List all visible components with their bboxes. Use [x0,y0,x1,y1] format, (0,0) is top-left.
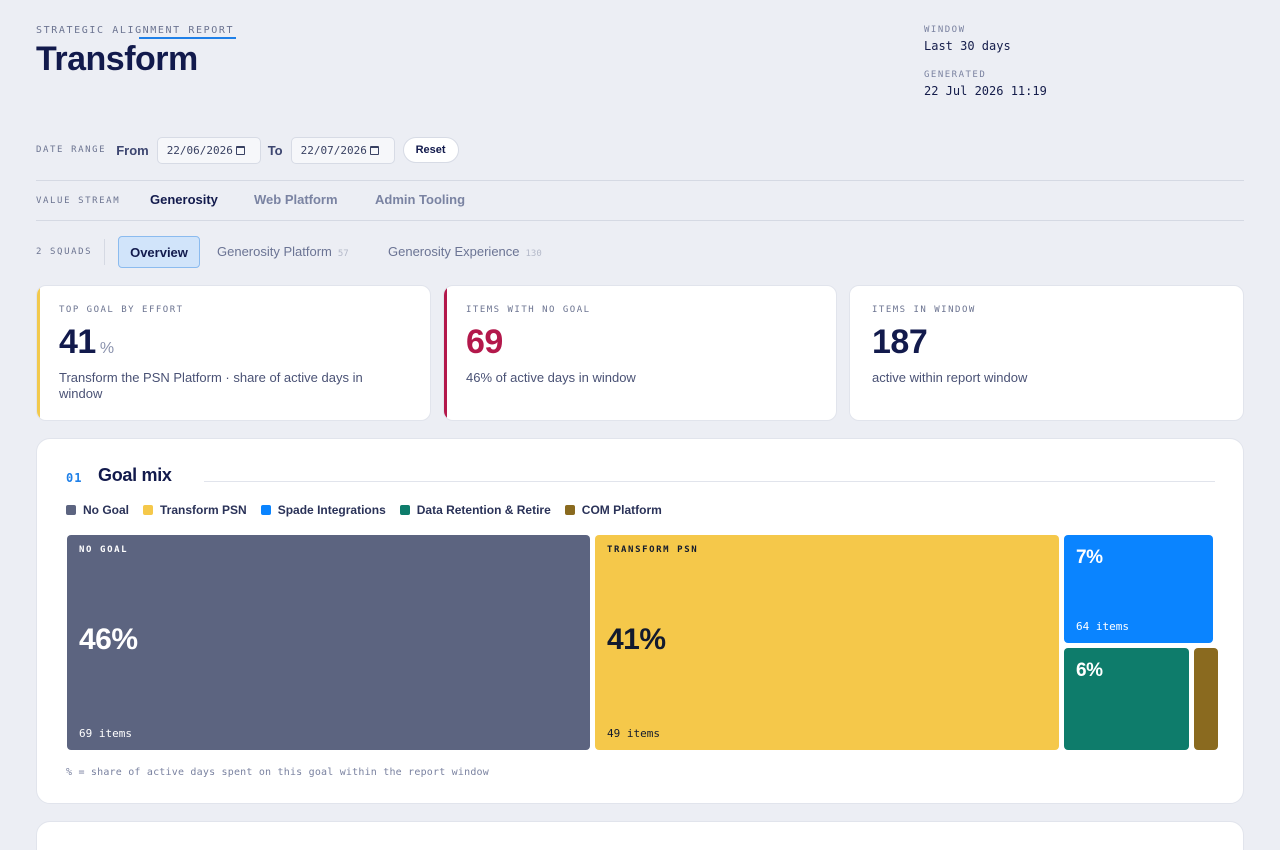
card-description: Transform the PSN Platform · share of ac… [59,370,363,401]
card-accent-stripe [444,286,447,420]
card-value: 187 [872,323,928,362]
legend-item-data-retention: Data Retention & Retire [399,503,551,517]
squad-tab-label: Generosity Experience [388,244,520,259]
legend-item-no-goal: No Goal [66,503,129,517]
value-stream-tabs: VALUE STREAM Generosity Web Platform Adm… [36,181,1244,221]
tile-label: NO GOAL [79,545,129,555]
value-stream-label: VALUE STREAM [36,196,121,206]
generated-meta: GENERATED 22 Jul 2026 11:19 [924,70,1047,98]
legend-swatch [399,505,410,515]
divider [204,481,1215,482]
from-date-input[interactable]: 22/06/2026 [156,136,261,164]
active-tab-indicator [139,37,236,39]
squad-tab-generosity-platform[interactable]: Generosity Platform 57 [217,244,349,259]
card-accent-stripe [850,286,853,420]
card-value-number: 187 [872,323,928,361]
card-value: 41% [59,323,114,362]
legend-label: Transform PSN [160,503,247,517]
section-number: 01 [66,471,83,485]
tile-percent: 46% [79,623,138,656]
legend-label: No Goal [83,503,130,517]
legend-swatch [143,505,154,515]
calendar-icon[interactable] [369,145,379,155]
stat-card-top-goal: TOP GOAL BY EFFORT 41% Transform the PSN… [36,285,431,421]
reset-button[interactable]: Reset [402,137,459,163]
to-date-value: 22/07/2026 [300,143,367,157]
card-value-number: 69 [466,323,503,361]
divider [104,239,105,265]
window-meta: WINDOW Last 30 days [924,25,1011,53]
tile-item-count: 49 items [607,727,660,740]
date-range-label: DATE RANGE [36,145,107,155]
generated-value: 22 Jul 2026 11:19 [924,84,1047,98]
calendar-icon[interactable] [235,145,245,155]
squad-tab-overview[interactable]: Overview [118,236,200,268]
goal-legend: No Goal Transform PSN Spade Integrations… [66,503,676,517]
tile-label: TRANSFORM PSN [607,545,699,555]
legend-label: Spade Integrations [277,503,386,517]
card-accent-stripe [37,286,40,420]
generated-label: GENERATED [924,70,987,80]
from-label: From [116,142,149,158]
card-value-unit: % [99,340,114,357]
legend-swatch [260,505,271,515]
legend-item-com-platform: COM Platform [564,503,662,517]
card-label: TOP GOAL BY EFFORT [59,305,184,315]
card-value-number: 41 [59,323,96,361]
card-description: 46% of active days in window [466,370,636,385]
stat-card-no-goal: ITEMS WITH NO GOAL 69 46% of active days… [443,285,837,421]
legend-item-spade-integrations: Spade Integrations [260,503,386,517]
squad-tabs: 2 SQUADS Overview Generosity Platform 57 … [36,236,736,268]
tile-percent: 6% [1076,660,1103,681]
tile-percent: 41% [607,623,666,656]
page-title: Transform [36,40,198,78]
goal-mix-panel: 01 Goal mix No Goal Transform PSN Spade … [36,438,1244,804]
section-title: Goal mix [98,465,172,485]
legend-swatch [564,505,575,515]
tile-item-count: 64 items [1076,620,1129,633]
treemap-tile-no-goal[interactable]: NO GOAL 46% 69 items [67,535,590,750]
goal-mix-footnote: % = share of active days spent on this g… [66,767,489,778]
report-eyebrow: STRATEGIC ALIGNMENT REPORT [36,25,235,36]
legend-swatch [66,505,76,515]
tile-percent: 7% [1076,547,1103,568]
card-value: 69 [466,323,503,362]
treemap-tile-data-retention[interactable]: 6% [1064,648,1189,750]
to-date-input[interactable]: 22/07/2026 [290,136,395,164]
tile-item-count: 69 items [79,727,132,740]
to-label: To [267,142,283,158]
squad-tab-count: 57 [337,249,349,259]
card-label: ITEMS IN WINDOW [872,305,976,315]
squad-tab-generosity-experience[interactable]: Generosity Experience 130 [388,244,542,259]
card-label: ITEMS WITH NO GOAL [466,305,591,315]
legend-label: Data Retention & Retire [416,503,551,517]
tab-generosity[interactable]: Generosity [150,192,218,207]
window-label: WINDOW [924,25,966,35]
treemap-tile-transform-psn[interactable]: TRANSFORM PSN 41% 49 items [595,535,1059,750]
tab-admin-tooling[interactable]: Admin Tooling [375,192,465,207]
card-description: active within report window [872,370,1028,385]
squads-count-label: 2 SQUADS [36,247,93,257]
squad-tab-label: Generosity Platform [217,244,332,259]
window-value: Last 30 days [924,39,1011,53]
legend-label: COM Platform [581,503,662,517]
treemap-tile-spade-integrations[interactable]: 7% 64 items [1064,535,1213,643]
squad-tab-count: 130 [525,249,542,259]
stat-card-items-in-window: ITEMS IN WINDOW 187 active within report… [849,285,1244,421]
treemap-tile-com-platform[interactable] [1194,648,1218,750]
next-section-panel [36,821,1244,850]
divider [36,220,1244,221]
from-date-value: 22/06/2026 [166,143,233,157]
tab-web-platform[interactable]: Web Platform [254,192,338,207]
date-range-bar: DATE RANGE From 22/06/2026 To 22/07/2026… [36,136,459,164]
legend-item-transform-psn: Transform PSN [143,503,247,517]
